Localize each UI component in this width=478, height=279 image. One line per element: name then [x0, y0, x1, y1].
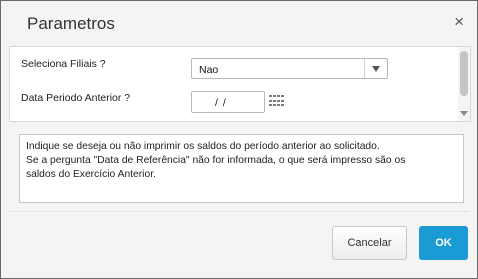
dialog-header: Parametros ×: [1, 1, 477, 47]
cancel-button[interactable]: Cancelar: [332, 226, 407, 260]
date-value: / /: [215, 97, 227, 109]
dialog-title: Parametros: [27, 14, 115, 33]
dropdown-button[interactable]: [364, 59, 387, 78]
chevron-down-icon: [372, 66, 380, 72]
select-value: Nao: [199, 64, 219, 76]
help-line: saldos do Exercício Anterior.: [26, 169, 156, 180]
scroll-down-icon[interactable]: [460, 111, 468, 116]
parametros-dialog: Parametros × Seleciona Filiais ? Nao Dat…: [0, 0, 478, 279]
close-icon[interactable]: ×: [454, 13, 464, 30]
calendar-icon[interactable]: [269, 95, 285, 108]
help-line: Se a pergunta "Data de Referência" não f…: [26, 155, 406, 166]
seleciona-filiais-select[interactable]: Nao: [191, 58, 388, 79]
help-line: Indique se deseja ou não imprimir os sal…: [26, 141, 380, 152]
parameters-panel: Seleciona Filiais ? Nao Data Periodo Ant…: [9, 46, 471, 122]
footer-divider: [9, 211, 469, 212]
scroll-thumb[interactable]: [460, 51, 468, 96]
param-label-seleciona-filiais: Seleciona Filiais ?: [21, 58, 106, 70]
data-periodo-input[interactable]: / /: [191, 91, 265, 113]
scrollbar[interactable]: [458, 47, 470, 121]
ok-button[interactable]: OK: [419, 226, 468, 260]
help-text-box: Indique se deseja ou não imprimir os sal…: [19, 134, 464, 203]
param-label-data-periodo: Data Periodo Anterior ?: [21, 92, 131, 104]
